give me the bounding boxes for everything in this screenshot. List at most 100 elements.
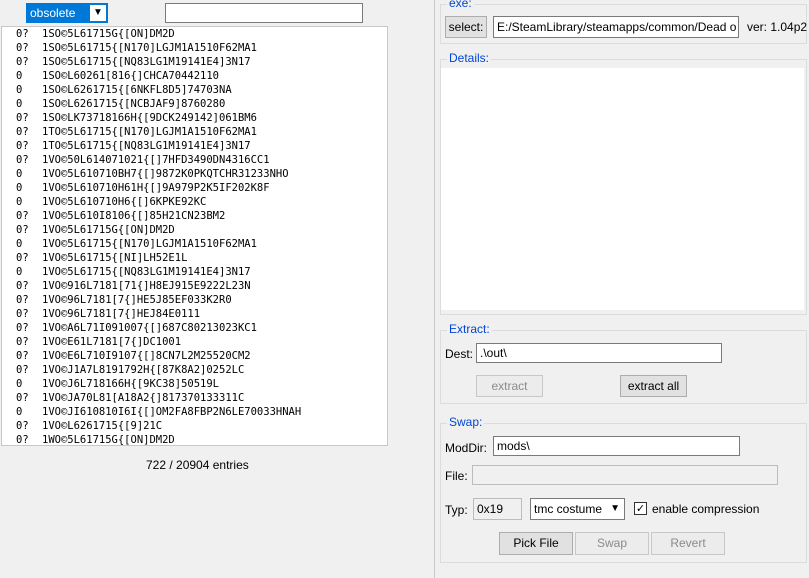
entry-name: 1VO©J6L718166H{[9KC38]50519L [42,378,220,390]
checkmark-icon: ✓ [635,503,646,515]
list-item[interactable]: 0 1VO©JI610810I6I{[]OM2FA8FBP2N6LE70033HN… [2,405,387,419]
list-item[interactable]: 0? 1VO©A6L71I091007{[]687C80213023KC1 [2,321,387,335]
entry-name: 1VO©916L7181[71{]H8EJ915E9222L23N [42,280,251,292]
list-item[interactable]: 0? 1TO©5L61715{[NQ83LG1M19141E4]3N17 [2,139,387,153]
entry-name: 1VO©5L61715{[NQ83LG1M19141E4]3N17 [42,266,251,278]
swap-legend: Swap: [447,415,485,429]
entry-status: 0 [16,196,23,208]
list-item[interactable]: 0? 1VO©L6261715{[9]21C [2,419,387,433]
extract-all-button[interactable]: extract all [620,375,687,397]
list-item[interactable]: 0? 1VO©E61L7181[7{]DC1001 [2,335,387,349]
filter-select-value: obsolete [30,6,76,20]
moddir-input[interactable]: mods\ [493,436,740,456]
list-item[interactable]: 0 1VO©5L610710BH7{[]9872K0PKQTCHR31233NHO [2,167,387,181]
list-item[interactable]: 0 1SO©L60261[816{]CHCA70442110 [2,69,387,83]
list-item[interactable]: 0? 1SO©5L61715{[NQ83LG1M19141E4]3N17 [2,55,387,69]
list-item[interactable]: 0 1VO©5L61715{[N170]LGJM1A1510F62MA1 [2,237,387,251]
exe-legend: exe: [447,0,474,10]
list-item[interactable]: 0? 1VO©50L614071021{[]7HFD3490DN4316CC1 [2,153,387,167]
costume-select-value: tmc costume [534,502,603,516]
list-item[interactable]: 0? 1VO©5L61715G{[ON]DM2D [2,223,387,237]
entry-name: 1SO©5L61715G{[ON]DM2D [42,28,175,40]
list-item[interactable]: 0? 1VO©E6L710I9107{[]8CN7L2M25520CM2 [2,349,387,363]
entry-name: 1SO©L6261715{[6NKFL8D5]74703NA [42,84,232,96]
list-item[interactable]: 0? 1WO©5L61715G{[ON]DM2D [2,433,387,446]
entry-status: 0? [16,280,29,292]
entry-status: 0? [16,434,29,446]
extract-legend: Extract: [447,322,492,336]
entry-status: 0? [16,140,29,152]
list-item[interactable]: 0 1VO©5L610710H6{[]6KPKE92KC [2,195,387,209]
entry-status: 0? [16,42,29,54]
entry-status: 0? [16,210,29,222]
entry-status: 0 [16,266,23,278]
entry-status: 0 [16,168,23,180]
dest-input[interactable]: .\out\ [476,343,722,363]
entry-list[interactable]: 0? 1SO©5L61715G{[ON]DM2D 0? 1SO©5L61715{[N1… [1,26,388,446]
entry-name: 1TO©5L61715{[NQ83LG1M19141E4]3N17 [42,140,251,152]
entry-status: 0 [16,238,23,250]
entry-count: 722 / 20904 entries [146,458,249,472]
entry-status: 0? [16,350,29,362]
compression-label: enable compression [652,502,760,516]
entry-status: 0 [16,70,23,82]
entry-status: 0? [16,420,29,432]
entry-name: 1VO©5L610710H6{[]6KPKE92KC [42,196,207,208]
list-item[interactable]: 0 1SO©L6261715{[6NKFL8D5]74703NA [2,83,387,97]
entry-name: 1VO©JI610810I6I{[]OM2FA8FBP2N6LE70033HNA… [42,406,302,418]
pane-divider[interactable] [434,0,435,578]
list-item[interactable]: 0? 1VO©5L61715{[NI]LH52E1L [2,251,387,265]
chevron-down-icon[interactable]: ▼ [90,5,106,21]
moddir-label: ModDir: [445,441,488,455]
entry-name: 1VO©E6L710I9107{[]8CN7L2M25520CM2 [42,350,251,362]
revert-button[interactable]: Revert [651,532,725,555]
entry-status: 0 [16,84,23,96]
list-item[interactable]: 0? 1VO©916L7181[71{]H8EJ915E9222L23N [2,279,387,293]
compression-checkbox[interactable]: ✓ [634,502,647,515]
costume-select[interactable]: tmc costume ▼ [530,498,625,520]
entry-name: 1VO©96L7181[7{]HE5J85EF033K2R0 [42,294,232,306]
entry-name: 1VO©5L610I8106{[]85H21CN23BM2 [42,210,226,222]
entry-name: 1SO©LK73718166H{[9DCK249142]061BM6 [42,112,257,124]
entry-name: 1VO©J1A7L8191792H{[87K8A2]0252LC [42,364,245,376]
list-item[interactable]: 0? 1SO©5L61715G{[ON]DM2D [2,27,387,41]
list-item[interactable]: 0? 1VO©96L7181[7{]HE5J85EF033K2R0 [2,293,387,307]
pick-file-button[interactable]: Pick File [499,532,573,555]
filter-select[interactable]: obsolete ▼ [26,3,108,23]
list-item[interactable]: 0 1VO©5L610710H61H{[]9A979P2K5IF202K8F [2,181,387,195]
chevron-down-icon[interactable]: ▼ [610,503,620,514]
list-item[interactable]: 0? 1VO©96L7181[7{]HEJ84E0111 [2,307,387,321]
select-exe-button[interactable]: select: [445,16,487,38]
extract-button[interactable]: extract [476,375,543,397]
entry-status: 0? [16,308,29,320]
entry-name: 1VO©50L614071021{[]7HFD3490DN4316CC1 [42,154,270,166]
list-item[interactable]: 0? 1TO©5L61715{[N170]LGJM1A1510F62MA1 [2,125,387,139]
typ-field: 0x19 [473,498,522,520]
list-item[interactable]: 0? 1VO©5L610I8106{[]85H21CN23BM2 [2,209,387,223]
swap-button[interactable]: Swap [575,532,649,555]
typ-label: Typ: [445,503,468,517]
entry-status: 0? [16,154,29,166]
entry-name: 1VO©96L7181[7{]HEJ84E0111 [42,308,201,320]
entry-status: 0? [16,56,29,68]
entry-name: 1VO©L6261715{[9]21C [42,420,163,432]
list-item[interactable]: 0 1SO©L6261715{[NCBJAF9]8760280 [2,97,387,111]
details-legend: Details: [447,51,492,65]
list-item[interactable]: 0? 1SO©5L61715{[N170]LGJM1A1510F62MA1 [2,41,387,55]
details-textarea[interactable] [441,68,804,310]
list-item[interactable]: 0 1VO©5L61715{[NQ83LG1M19141E4]3N17 [2,265,387,279]
entry-status: 0? [16,294,29,306]
entry-name: 1VO©5L610710H61H{[]9A979P2K5IF202K8F [42,182,270,194]
list-item[interactable]: 0? 1VO©JA70L81[A18A2{]817370133311C [2,391,387,405]
search-input[interactable] [165,3,363,23]
entry-status: 0? [16,336,29,348]
list-item[interactable]: 0? 1VO©J1A7L8191792H{[87K8A2]0252LC [2,363,387,377]
entry-name: 1VO©5L61715{[NI]LH52E1L [42,252,188,264]
entry-name: 1SO©L60261[816{]CHCA70442110 [42,70,220,82]
entry-name: 1VO©E61L7181[7{]DC1001 [42,336,182,348]
list-item[interactable]: 0 1VO©J6L718166H{[9KC38]50519L [2,377,387,391]
dest-label: Dest: [445,347,474,361]
exe-path-field[interactable]: E:/SteamLibrary/steamapps/common/Dead o [493,16,739,38]
file-field [472,465,778,485]
list-item[interactable]: 0? 1SO©LK73718166H{[9DCK249142]061BM6 [2,111,387,125]
